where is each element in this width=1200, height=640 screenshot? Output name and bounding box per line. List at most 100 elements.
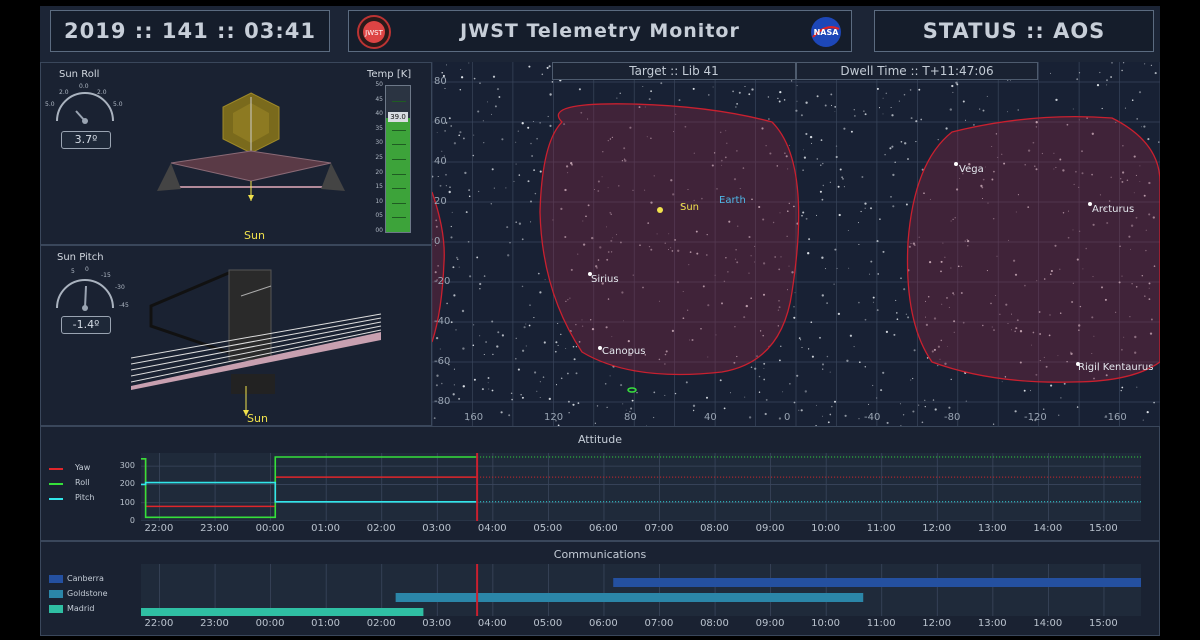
star <box>763 362 766 365</box>
comms-x-tick: 08:00 <box>700 618 729 629</box>
temperature-value: 39.0 <box>388 112 408 123</box>
temperature-gridline <box>392 100 406 102</box>
star <box>518 222 522 225</box>
star <box>521 238 524 241</box>
star <box>572 403 575 406</box>
star <box>1144 63 1146 65</box>
sirius-map-label: Sirius <box>591 274 619 285</box>
star <box>744 86 746 87</box>
attitude-legend-label: Roll <box>75 478 90 487</box>
star <box>788 144 790 146</box>
star <box>793 306 795 308</box>
star <box>808 238 811 241</box>
star <box>483 275 486 277</box>
star <box>664 394 666 396</box>
star <box>456 256 458 259</box>
star <box>899 403 901 405</box>
star <box>468 189 470 191</box>
star <box>452 266 455 269</box>
star <box>616 97 618 99</box>
star <box>882 250 885 253</box>
star <box>479 82 481 84</box>
star <box>441 72 443 74</box>
star <box>444 130 446 132</box>
star <box>735 106 737 108</box>
map-y-tick: 20 <box>434 196 447 207</box>
star <box>848 267 850 269</box>
comms-x-tick: 13:00 <box>977 618 1007 629</box>
star <box>765 398 768 401</box>
star <box>779 359 781 362</box>
star <box>843 127 846 130</box>
attitude-legend-label: Yaw <box>75 463 91 472</box>
temperature-tick: 45 <box>375 95 383 103</box>
star <box>827 421 830 424</box>
star <box>826 355 829 358</box>
star <box>577 402 580 404</box>
star <box>619 92 621 94</box>
star <box>822 415 823 417</box>
star <box>551 81 554 83</box>
star <box>833 283 835 285</box>
star <box>872 301 874 303</box>
temperature-gridline <box>392 202 406 204</box>
comms-bar-madrid <box>141 608 424 616</box>
star <box>1060 397 1062 399</box>
attitude-x-tick: 08:00 <box>700 523 729 534</box>
star <box>844 414 847 417</box>
star <box>934 408 937 411</box>
star <box>660 82 663 85</box>
star <box>896 312 898 314</box>
map-y-tick: -40 <box>434 316 451 327</box>
star <box>1076 406 1079 408</box>
star <box>572 345 575 348</box>
temperature-scale: 50 45 40 35 30 25 20 15 10 05 00 <box>365 81 383 234</box>
star <box>849 334 853 337</box>
star <box>606 406 608 408</box>
star <box>992 423 995 425</box>
nasa-logo-text: NASA <box>814 28 840 37</box>
star <box>482 120 484 122</box>
attitude-legend-swatch <box>49 483 63 485</box>
star <box>892 173 895 177</box>
star <box>915 141 917 143</box>
star <box>548 397 551 401</box>
pitch-tick: 0 <box>85 266 89 273</box>
star <box>510 392 513 395</box>
star <box>1106 84 1108 86</box>
star <box>886 421 889 424</box>
roll-tick: 2.0 <box>97 89 107 96</box>
star <box>1099 71 1101 74</box>
star <box>712 86 714 88</box>
star <box>924 405 926 408</box>
star <box>525 323 527 325</box>
star <box>467 240 470 243</box>
star <box>964 119 967 121</box>
star <box>801 347 803 348</box>
star <box>530 142 532 145</box>
star <box>758 391 761 393</box>
comms-x-tick: 22:00 <box>144 618 174 629</box>
map-y-tick: 80 <box>434 76 447 87</box>
nasa-logo-icon: NASA <box>811 17 841 47</box>
star <box>799 339 802 341</box>
comms-x-tick: 14:00 <box>1033 618 1063 629</box>
star <box>783 99 786 101</box>
star <box>744 396 746 398</box>
star <box>896 318 899 321</box>
sun-map-label: Sun <box>680 202 700 213</box>
star <box>555 384 558 386</box>
star <box>920 118 923 121</box>
star <box>816 158 819 160</box>
star <box>748 416 752 419</box>
star <box>487 382 489 384</box>
jwst-logo-icon: JWST <box>357 15 391 49</box>
star <box>449 186 451 189</box>
star <box>904 142 907 145</box>
star <box>879 218 881 220</box>
star <box>1055 98 1058 102</box>
star <box>803 149 804 151</box>
star <box>864 207 866 209</box>
comms-x-tick: 12:00 <box>922 618 952 629</box>
star <box>804 390 807 393</box>
